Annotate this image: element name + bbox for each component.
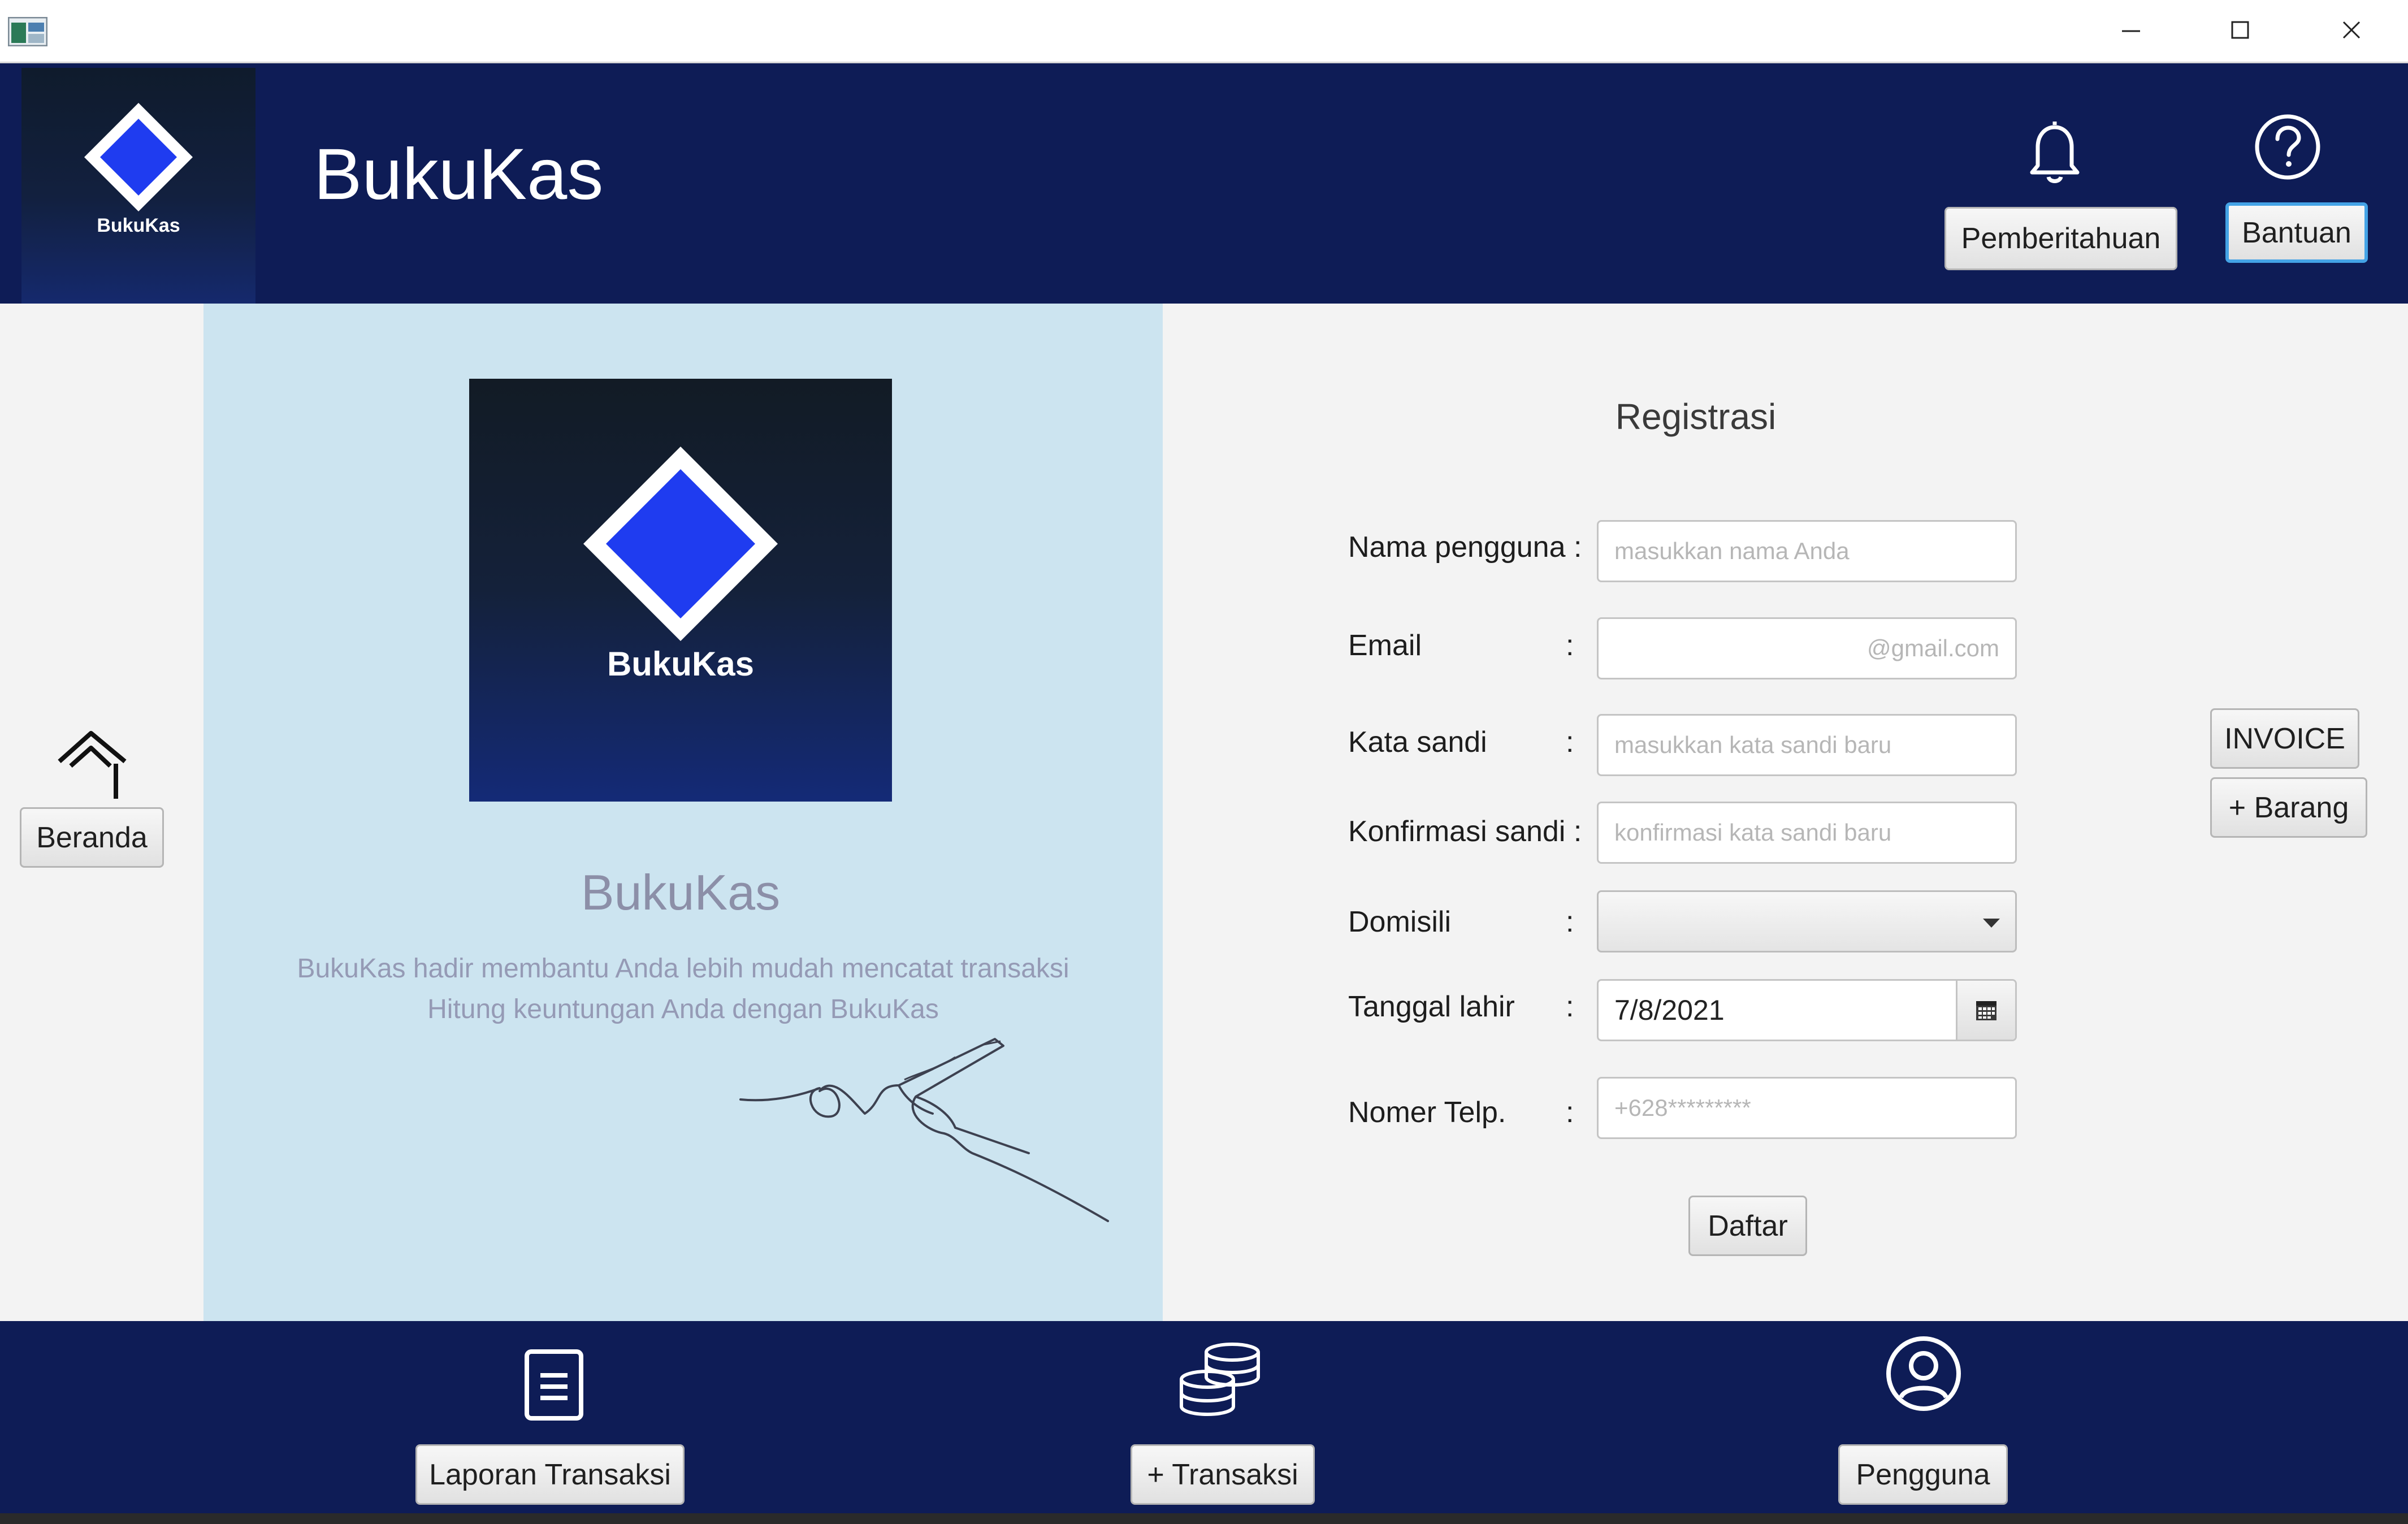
- minimize-button[interactable]: [2083, 0, 2179, 59]
- minimize-icon: [2122, 30, 2140, 32]
- register-button[interactable]: Daftar: [1688, 1196, 1807, 1256]
- domicile-select[interactable]: [1597, 890, 2017, 952]
- invoice-button[interactable]: INVOICE: [2210, 708, 2359, 769]
- home-button[interactable]: Beranda: [20, 807, 164, 868]
- confirm-password-input[interactable]: [1597, 802, 2017, 864]
- confirm-password-label: Konfirmasi sandi :: [1348, 815, 1582, 848]
- user-circle-icon[interactable]: [1884, 1334, 1963, 1413]
- phone-label: Nomer Telp.: [1348, 1096, 1506, 1129]
- colon: :: [1566, 726, 1574, 759]
- hand-writing-illustration: [739, 1038, 1109, 1222]
- home-icon[interactable]: [54, 726, 133, 800]
- maximize-button[interactable]: [2192, 0, 2288, 59]
- colon: :: [1566, 629, 1574, 662]
- close-button[interactable]: [2303, 0, 2400, 59]
- maximize-icon: [2231, 21, 2249, 38]
- app-icon: [7, 16, 48, 47]
- colon: :: [1566, 906, 1574, 938]
- calendar-button[interactable]: [1956, 981, 2015, 1040]
- calendar-icon: [1976, 1001, 1996, 1020]
- help-icon[interactable]: [2253, 112, 2323, 183]
- add-item-button[interactable]: + Barang: [2210, 777, 2367, 838]
- email-label: Email: [1348, 629, 1422, 662]
- birthdate-label: Tanggal lahir: [1348, 990, 1515, 1023]
- username-label: Nama pengguna :: [1348, 531, 1582, 564]
- hero-tagline-1: BukuKas hadir membantu Anda lebih mudah …: [297, 954, 1069, 984]
- header-logo-text: BukuKas: [97, 215, 180, 236]
- report-document-icon[interactable]: [520, 1348, 588, 1422]
- colon: :: [1566, 1096, 1574, 1129]
- window-titlebar: [0, 0, 2408, 63]
- transaction-report-button[interactable]: Laporan Transaksi: [415, 1444, 685, 1505]
- notifications-button[interactable]: Pemberitahuan: [1944, 207, 2177, 270]
- add-transaction-button[interactable]: + Transaksi: [1131, 1444, 1315, 1505]
- diamond-logo-icon: [84, 103, 193, 211]
- hero-logo: BukuKas: [469, 379, 892, 802]
- domicile-label: Domisili: [1348, 906, 1451, 938]
- form-title: Registrasi: [1615, 396, 1777, 437]
- coins-stack-icon[interactable]: [1176, 1340, 1266, 1419]
- chevron-down-icon: [1983, 919, 2000, 928]
- password-input[interactable]: [1597, 714, 2017, 776]
- phone-input[interactable]: [1597, 1077, 2017, 1139]
- help-button[interactable]: Bantuan: [2225, 202, 2368, 263]
- birthdate-picker[interactable]: 7/8/2021: [1597, 979, 2017, 1041]
- birthdate-value[interactable]: 7/8/2021: [1599, 994, 1956, 1027]
- user-button[interactable]: Pengguna: [1838, 1444, 2008, 1505]
- close-icon: [2342, 21, 2361, 38]
- password-label: Kata sandi: [1348, 726, 1487, 759]
- app-title: BukuKas: [314, 134, 604, 215]
- header-logo: BukuKas: [21, 68, 255, 304]
- username-input[interactable]: [1597, 520, 2017, 582]
- hero-logo-text: BukuKas: [607, 645, 755, 683]
- email-input[interactable]: [1597, 617, 2017, 679]
- colon: :: [1566, 990, 1574, 1023]
- bell-icon[interactable]: [2024, 116, 2086, 187]
- hero-tagline-2: Hitung keuntungan Anda dengan BukuKas: [427, 994, 939, 1024]
- window-bottom-edge: [0, 1513, 2408, 1524]
- diamond-logo-icon: [583, 447, 778, 641]
- hero-title: BukuKas: [581, 864, 781, 920]
